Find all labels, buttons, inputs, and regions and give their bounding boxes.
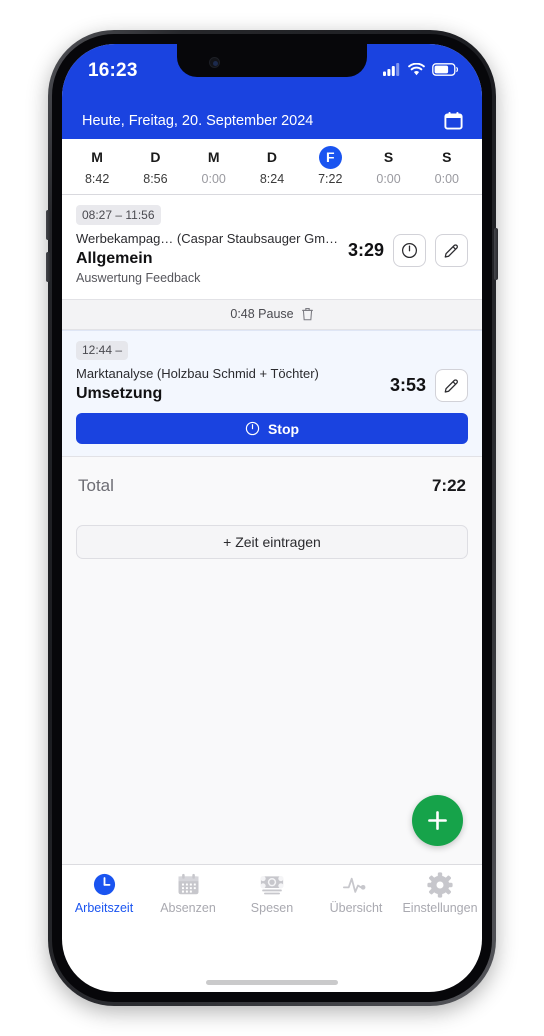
entry-task: Umsetzung [76, 385, 163, 402]
start-timer-button[interactable] [393, 233, 426, 267]
week-day-hours: 0:00 [434, 172, 459, 186]
pause-row[interactable]: 0:48 Pause [62, 299, 482, 330]
entry-note: Auswertung Feedback [76, 270, 201, 285]
edit-pencil-icon [444, 379, 458, 393]
week-day-letter: F [318, 146, 342, 169]
trash-icon[interactable] [301, 307, 314, 321]
plus-icon [428, 811, 447, 830]
total-row: Total 7:22 [62, 457, 482, 515]
add-time-button[interactable]: + Zeit eintragen [76, 525, 468, 559]
add-entry-fab[interactable] [412, 795, 463, 846]
cellular-signal-icon [383, 63, 400, 76]
entry-project: Werbekampag… (Caspar Staubsauger Gm… [76, 230, 339, 246]
week-day-hours: 8:24 [259, 172, 285, 186]
status-bar-icons [383, 60, 458, 76]
tab-label: Arbeitszeit [74, 901, 134, 915]
week-day-hours: 0:00 [376, 172, 401, 186]
tab-label: Einstellungen [402, 901, 478, 915]
week-day-hours: 0:00 [201, 172, 226, 186]
tab-einstellungen[interactable]: Einstellungen [398, 871, 482, 915]
add-time-container: + Zeit eintragen [62, 515, 482, 559]
home-indicator[interactable] [206, 980, 338, 985]
week-day-letter: M [207, 149, 220, 165]
page-title: Heute, Freitag, 20. September 2024 [82, 112, 314, 129]
edit-pencil-icon [444, 243, 458, 258]
wifi-icon [408, 63, 425, 76]
phone-screen: 16:23 Heute, Freitag, 20. September 2024… [62, 44, 482, 992]
week-day-2[interactable]: M 0:00 [185, 146, 243, 186]
time-entry-list: 08:27 – 11:56 Werbekampag… (Caspar Staub… [62, 195, 482, 864]
timer-icon [245, 421, 260, 436]
tab-spesen[interactable]: Spesen [230, 871, 314, 915]
entry-time-range: 08:27 – 11:56 [76, 205, 161, 225]
week-day-1[interactable]: D 8:56 [126, 146, 184, 186]
week-day-letter: S [442, 149, 452, 165]
week-day-letter: D [150, 149, 161, 165]
clock-icon [92, 871, 117, 898]
bottom-tab-bar: Arbeitszeit Absenzen Spesen Übersicht Ei… [62, 864, 482, 928]
battery-icon [432, 63, 458, 76]
week-day-selector[interactable]: M 8:42 D 8:56 M 0:00 D 8:24 F 7:22 S 0:0… [62, 139, 482, 195]
tab-uebersicht[interactable]: Übersicht [314, 871, 398, 915]
money-icon [259, 871, 285, 898]
week-day-hours: 8:56 [143, 172, 168, 186]
pause-label: 0:48 Pause [230, 307, 294, 321]
stop-timer-button[interactable]: Stop [76, 413, 468, 444]
timer-icon [401, 242, 418, 258]
tab-label: Absenzen [160, 901, 216, 915]
gear-icon [427, 871, 453, 898]
week-day-6[interactable]: S 0:00 [418, 146, 476, 186]
edit-entry-button[interactable] [435, 369, 468, 402]
calendar-icon[interactable] [444, 111, 463, 130]
tab-absenzen[interactable]: Absenzen [146, 871, 230, 915]
screenshot-root: 16:23 Heute, Freitag, 20. September 2024… [0, 0, 544, 1036]
entry-project: Marktanalyse (Holzbau Schmid + Töchter) [76, 366, 319, 381]
stop-button-label: Stop [267, 420, 300, 437]
app-header: Heute, Freitag, 20. September 2024 [62, 102, 482, 139]
entry-task: Allgemein [76, 249, 153, 267]
time-entry-row-running[interactable]: 12:44 – Marktanalyse (Holzbau Schmid + T… [62, 329, 482, 457]
tab-label: Übersicht [329, 901, 383, 915]
week-day-hours: 8:42 [84, 172, 110, 186]
total-value: 7:22 [431, 475, 466, 495]
week-day-letter: M [91, 149, 103, 165]
power-button[interactable] [494, 228, 498, 280]
tab-label: Spesen [250, 901, 294, 915]
week-day-hours: 7:22 [318, 172, 343, 186]
display-notch [177, 44, 367, 77]
total-label: Total [78, 475, 114, 495]
pulse-icon [342, 871, 370, 898]
entry-duration: 3:53 [389, 375, 426, 395]
edit-entry-button[interactable] [435, 233, 468, 267]
status-bar-clock: 16:23 [88, 60, 138, 81]
entry-duration: 3:29 [347, 239, 384, 260]
volume-up-button[interactable] [46, 210, 50, 240]
calendar-icon [176, 871, 201, 898]
week-day-0[interactable]: M 8:42 [68, 146, 126, 186]
front-camera [209, 57, 220, 68]
week-day-3[interactable]: D 8:24 [243, 146, 301, 186]
time-entry-row[interactable]: 08:27 – 11:56 Werbekampag… (Caspar Staub… [62, 195, 482, 300]
week-day-5[interactable]: S 0:00 [359, 146, 417, 186]
week-day-letter: D [266, 149, 278, 165]
tab-arbeitszeit[interactable]: Arbeitszeit [62, 871, 146, 915]
week-day-4-selected[interactable]: F 7:22 [301, 146, 359, 186]
week-day-letter: S [383, 149, 394, 165]
add-time-label: + Zeit eintragen [223, 534, 321, 550]
volume-down-button[interactable] [46, 252, 50, 282]
entry-time-range: 12:44 – [76, 340, 129, 360]
